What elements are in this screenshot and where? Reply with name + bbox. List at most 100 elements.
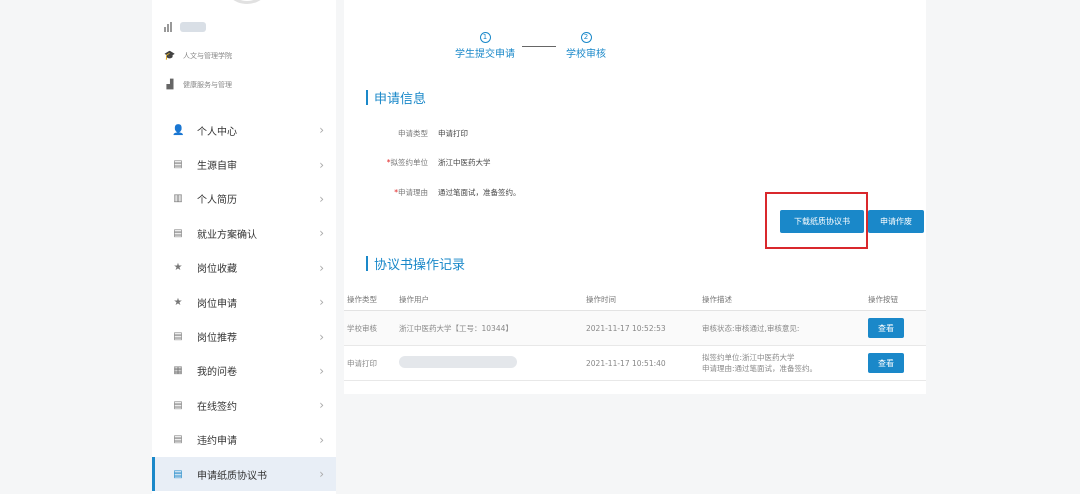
view-button[interactable]: 查看 bbox=[868, 318, 904, 338]
view-button[interactable]: 查看 bbox=[868, 353, 904, 373]
chevron-right-icon: › bbox=[319, 123, 324, 138]
id-card-icon: ▤ bbox=[173, 159, 183, 171]
info-key: *申请理由 bbox=[344, 187, 438, 198]
step-label: 学校审核 bbox=[566, 49, 606, 60]
avatar[interactable] bbox=[222, 0, 272, 4]
bar-chart-icon bbox=[164, 22, 174, 32]
sidebar-item-label: 岗位推荐 bbox=[197, 333, 237, 345]
table-row: 申请打印 2021-11-17 10:51:40 拟签约单位:浙江中医药大学 申… bbox=[344, 346, 926, 381]
sidebar-item-my-questionnaires[interactable]: ▦ 我的问卷 › bbox=[152, 354, 336, 388]
id-card-icon: ▤ bbox=[173, 331, 183, 343]
step-review: 2 学校审核 bbox=[556, 32, 616, 60]
sidebar-item-label: 岗位收藏 bbox=[197, 264, 237, 276]
sidebar-item-label: 在线签约 bbox=[197, 401, 237, 413]
sidebar-item-label: 违约申请 bbox=[197, 436, 237, 448]
sidebar-item-label: 个人中心 bbox=[197, 126, 237, 138]
sidebar-item-personal-center[interactable]: 👤 个人中心 › bbox=[152, 113, 336, 147]
sidebar-item-source-review[interactable]: ▤ 生源自审 › bbox=[152, 147, 336, 181]
chevron-right-icon: › bbox=[319, 363, 324, 378]
sidebar-item-label: 个人简历 bbox=[197, 195, 237, 207]
id-card-icon: ▤ bbox=[173, 399, 183, 411]
person-icon: 👤 bbox=[172, 124, 185, 136]
info-value: 通过笔面试，准备签约。 bbox=[438, 188, 521, 197]
chevron-right-icon: › bbox=[319, 329, 324, 344]
cell-actions: 查看 bbox=[868, 353, 926, 373]
cell-description: 审核状态:审核通过,审核意见: bbox=[702, 323, 868, 334]
chevron-right-icon: › bbox=[319, 467, 324, 482]
info-key-text: 申请类型 bbox=[398, 129, 428, 138]
sidebar-item-breach-application[interactable]: ▤ 违约申请 › bbox=[152, 423, 336, 457]
chevron-right-icon: › bbox=[319, 398, 324, 413]
description-line: 拟签约单位:浙江中医药大学 bbox=[702, 353, 795, 362]
chevron-right-icon: › bbox=[319, 295, 324, 310]
sidebar-item-job-favorites[interactable]: ★ 岗位收藏 › bbox=[152, 251, 336, 285]
info-value: 申请打印 bbox=[438, 129, 468, 138]
apply-info-title: 申请信息 bbox=[366, 88, 426, 107]
star-icon: ★ bbox=[173, 296, 183, 308]
cell-actions: 查看 bbox=[868, 318, 926, 338]
sidebar-item-label: 岗位申请 bbox=[197, 298, 237, 310]
annotation-highlight-box bbox=[765, 192, 868, 249]
college-label: 人文与管理学院 bbox=[183, 52, 232, 60]
major-label: 健康服务与管理 bbox=[183, 81, 232, 89]
blurred-user-name bbox=[180, 22, 206, 32]
title-bar bbox=[366, 90, 368, 105]
cell-description: 拟签约单位:浙江中医药大学 申请理由:通过笔面试，准备签约。 bbox=[702, 352, 868, 374]
column-header: 操作用户 bbox=[399, 295, 429, 304]
info-key: 申请类型 bbox=[344, 128, 438, 139]
college-row: 🎓 人文与管理学院 bbox=[164, 51, 232, 61]
cell-user: 浙江中医药大学【工号：10344】 bbox=[399, 323, 513, 333]
main-panel: 1 学生提交申请 2 学校审核 申请信息 申请类型 申请打印 *拟签约单位 浙江… bbox=[344, 0, 926, 394]
info-key: *拟签约单位 bbox=[344, 157, 438, 168]
sidebar-item-employment-plan[interactable]: ▤ 就业方案确认 › bbox=[152, 216, 336, 250]
step-number: 2 bbox=[580, 32, 592, 43]
progress-steps: 1 学生提交申请 2 学校审核 bbox=[448, 32, 618, 62]
sidebar-item-resume[interactable]: ▥ 个人简历 › bbox=[152, 182, 336, 216]
step-number: 1 bbox=[479, 32, 491, 43]
sidebar-item-label: 我的问卷 bbox=[197, 367, 237, 379]
star-icon: ★ bbox=[173, 262, 183, 274]
sidebar-item-job-applications[interactable]: ★ 岗位申请 › bbox=[152, 285, 336, 319]
column-header: 操作类型 bbox=[347, 295, 377, 304]
questionnaire-icon: ▦ bbox=[173, 365, 183, 377]
chevron-right-icon: › bbox=[319, 191, 324, 206]
request-void-button[interactable]: 申请作废 bbox=[868, 210, 924, 233]
major-row: ▟ 健康服务与管理 bbox=[164, 80, 232, 90]
table-row: 学校审核 浙江中医药大学【工号：10344】 2021-11-17 10:52:… bbox=[344, 311, 926, 346]
sidebar-item-job-recommendations[interactable]: ▤ 岗位推荐 › bbox=[152, 319, 336, 353]
sidebar-item-label: 生源自审 bbox=[197, 161, 237, 173]
id-card-icon: ▤ bbox=[173, 227, 183, 239]
chevron-right-icon: › bbox=[319, 226, 324, 241]
step-label: 学生提交申请 bbox=[455, 49, 515, 60]
cell-type: 学校审核 bbox=[347, 323, 377, 333]
id-card-icon: ▤ bbox=[173, 468, 183, 480]
step-connector bbox=[522, 46, 556, 47]
records-title: 协议书操作记录 bbox=[366, 254, 465, 273]
cell-type: 申请打印 bbox=[347, 358, 377, 368]
building-icon: ▟ bbox=[166, 80, 174, 90]
section-title-text: 协议书操作记录 bbox=[374, 258, 466, 273]
column-header: 操作时间 bbox=[586, 295, 616, 304]
sidebar: 🎓 人文与管理学院 ▟ 健康服务与管理 👤 个人中心 › ▤ 生源自审 › ▥ … bbox=[152, 0, 336, 494]
id-card-icon: ▤ bbox=[173, 434, 183, 446]
table-header: 操作类型 操作用户 操作时间 操作描述 操作按钮 bbox=[344, 289, 926, 311]
records-table: 操作类型 操作用户 操作时间 操作描述 操作按钮 学校审核 浙江中医药大学【工号… bbox=[344, 289, 926, 381]
sidebar-item-paper-agreement[interactable]: ▤ 申请纸质协议书 › bbox=[152, 456, 336, 492]
chevron-right-icon: › bbox=[319, 432, 324, 447]
info-value: 浙江中医药大学 bbox=[438, 158, 491, 167]
chevron-right-icon: › bbox=[319, 260, 324, 275]
info-key-text: 申请理由 bbox=[398, 188, 428, 197]
description-line: 审核状态:审核通过,审核意见: bbox=[702, 323, 800, 333]
column-header: 操作按钮 bbox=[868, 295, 898, 304]
sidebar-item-online-signing[interactable]: ▤ 在线签约 › bbox=[152, 388, 336, 422]
sidebar-item-label: 就业方案确认 bbox=[197, 229, 257, 241]
title-bar bbox=[366, 256, 368, 271]
column-header: 操作描述 bbox=[702, 295, 732, 304]
cell-time: 2021-11-17 10:51:40 bbox=[586, 358, 666, 368]
step-submit: 1 学生提交申请 bbox=[448, 32, 522, 60]
info-row-apply-type: 申请类型 申请打印 bbox=[344, 128, 468, 139]
document-icon: ▥ bbox=[173, 193, 183, 205]
description-line: 申请理由:通过笔面试，准备签约。 bbox=[702, 364, 818, 373]
sidebar-menu: 👤 个人中心 › ▤ 生源自审 › ▥ 个人简历 › ▤ 就业方案确认 › ★ … bbox=[152, 113, 336, 492]
user-stat-row bbox=[164, 22, 206, 32]
